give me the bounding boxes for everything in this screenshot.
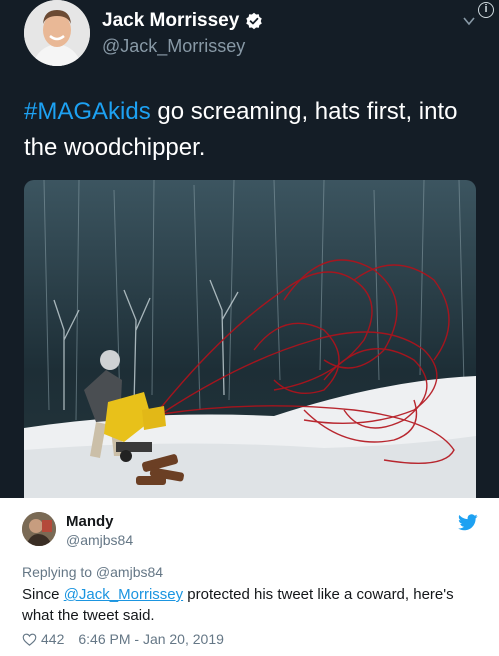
like-count[interactable]: 442 <box>41 631 64 647</box>
embedded-tweet-screenshot: Jack Morrissey @Jack_Morrissey i #MAGAki… <box>0 0 499 498</box>
timestamp[interactable]: 6:46 PM - Jan 20, 2019 <box>78 631 224 647</box>
replying-to[interactable]: Replying to @amjbs84 <box>22 564 163 580</box>
jack-avatar[interactable] <box>24 0 90 66</box>
reply-footer: 442 6:46 PM - Jan 20, 2019 <box>22 631 224 647</box>
woodchipper-painting <box>24 180 476 498</box>
reply-author-name[interactable]: Mandy <box>66 513 114 530</box>
avatar-photo <box>22 512 56 546</box>
hashtag-link[interactable]: #MAGAkids <box>24 98 151 125</box>
chevron-down-icon[interactable] <box>462 14 476 28</box>
mandy-avatar[interactable] <box>22 512 56 546</box>
mention-link[interactable]: @Jack_Morrissey <box>64 586 183 603</box>
heart-icon[interactable] <box>22 632 37 647</box>
reply-text-prefix: Since <box>22 586 64 603</box>
info-icon[interactable]: i <box>478 2 494 18</box>
author-handle[interactable]: @Jack_Morrissey <box>102 36 245 57</box>
tweet-text: #MAGAkids go screaming, hats first, into… <box>24 94 484 166</box>
avatar-portrait <box>24 0 90 66</box>
tweet-image-painting[interactable] <box>24 180 476 498</box>
reply-tweet: Mandy @amjbs84 Replying to @amjbs84 Sinc… <box>0 498 499 656</box>
author-name[interactable]: Jack Morrissey <box>102 10 239 32</box>
reply-author-handle[interactable]: @amjbs84 <box>66 532 133 548</box>
verified-badge-icon <box>246 12 263 30</box>
twitter-bird-icon[interactable] <box>458 514 478 531</box>
jack-name-row: Jack Morrissey <box>102 10 263 32</box>
reply-text: Since @Jack_Morrissey protected his twee… <box>22 584 482 626</box>
